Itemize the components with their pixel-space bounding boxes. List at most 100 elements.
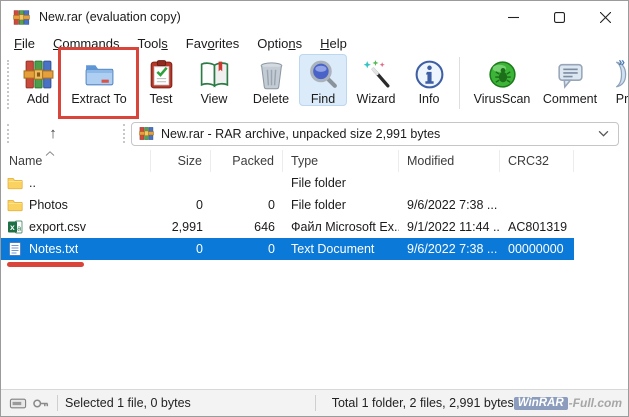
view-icon (198, 58, 231, 91)
wizard-icon (360, 58, 393, 91)
file-name-cell: a x export.csv (1, 219, 151, 235)
delete-icon (255, 58, 288, 91)
column-header-crc32[interactable]: CRC32 (500, 150, 574, 172)
comment-icon (554, 58, 587, 91)
modified-cell: 9/6/2022 7:38 ... (399, 242, 500, 256)
list-item-parent-dir[interactable]: .. File folder (1, 172, 574, 194)
watermark-suffix: -Full.com (569, 396, 622, 410)
crc32-cell: AC801319 (500, 220, 574, 234)
selection-summary: Selected 1 file, 0 bytes (65, 396, 308, 410)
text-file-icon (7, 241, 23, 257)
column-header-packed[interactable]: Packed (211, 150, 283, 172)
packed-cell: 0 (211, 198, 283, 212)
add-archive-icon (22, 58, 55, 91)
menu-help[interactable]: Help (311, 35, 356, 53)
winrar-archive-icon (139, 126, 154, 141)
size-cell: 0 (151, 198, 211, 212)
file-name-cell: Notes.txt (1, 241, 151, 257)
size-cell: 0 (151, 242, 211, 256)
column-header-modified[interactable]: Modified (399, 150, 500, 172)
up-one-level-button[interactable]: ↑ (37, 122, 69, 146)
total-summary: Total 1 folder, 2 files, 2,991 bytes (332, 396, 514, 410)
extract-to-button[interactable]: Extract To (61, 54, 137, 106)
watermark: WinRAR -Full.com (514, 396, 622, 410)
file-name-cell: .. (1, 175, 151, 191)
menu-bar: File Commands Tools Favorites Options He… (1, 33, 628, 54)
type-cell: Text Document (283, 242, 399, 256)
folder-up-icon (7, 175, 23, 191)
svg-text:a: a (17, 226, 21, 233)
type-cell: File folder (283, 176, 399, 190)
archive-path-combobox[interactable]: New.rar - RAR archive, unpacked size 2,9… (131, 122, 619, 146)
csv-file-icon: a x (7, 219, 23, 235)
info-icon (413, 58, 446, 91)
status-bar: Selected 1 file, 0 bytes Total 1 folder,… (1, 389, 628, 416)
close-button[interactable] (582, 1, 628, 33)
menu-tools[interactable]: Tools (128, 35, 176, 53)
toolbar: Add Extract To Test (1, 54, 628, 117)
comment-button[interactable]: Comment (538, 54, 602, 106)
modified-cell: 9/6/2022 7:38 ... (399, 198, 500, 212)
list-item-notes-txt-selected[interactable]: Notes.txt 0 0 Text Document 9/6/2022 7:3… (1, 238, 574, 260)
find-button[interactable]: Find (299, 54, 347, 106)
column-header-type[interactable]: Type (283, 150, 399, 172)
watermark-brand: WinRAR (514, 397, 568, 410)
test-icon (145, 58, 178, 91)
toolbar-gripper[interactable] (7, 60, 9, 109)
column-headers: Name Size Packed Type Modified CRC32 (1, 150, 628, 172)
packed-cell: 646 (211, 220, 283, 234)
address-gripper[interactable] (7, 124, 9, 143)
drive-icon[interactable] (9, 397, 27, 410)
menu-options[interactable]: Options (248, 35, 311, 53)
svg-text:x: x (10, 222, 15, 232)
window-title: New.rar (evaluation copy) (39, 10, 181, 24)
close-icon (600, 12, 611, 23)
list-item-photos[interactable]: Photos 0 0 File folder 9/6/2022 7:38 ... (1, 194, 574, 216)
info-button[interactable]: Info (405, 54, 453, 106)
add-button[interactable]: Add (15, 54, 61, 106)
status-divider (315, 395, 316, 411)
wizard-button[interactable]: Wizard (347, 54, 405, 106)
menu-commands[interactable]: Commands (44, 35, 128, 53)
list-item-export-csv[interactable]: a x export.csv 2,991 646 Файл Microsoft … (1, 216, 574, 238)
winrar-logo-icon (13, 9, 30, 26)
maximize-button[interactable] (536, 1, 582, 33)
menu-favorites[interactable]: Favorites (177, 35, 248, 53)
minimize-icon (508, 12, 519, 23)
file-list: Name Size Packed Type Modified CRC32 .. … (1, 150, 628, 389)
find-icon (307, 58, 340, 91)
size-cell: 2,991 (151, 220, 211, 234)
file-name-cell: Photos (1, 197, 151, 213)
minimize-button[interactable] (490, 1, 536, 33)
notes-txt-red-underline-annotation (7, 262, 84, 267)
address-combo-gripper[interactable] (123, 124, 125, 143)
virus-scan-button[interactable]: VirusScan (466, 54, 538, 106)
test-button[interactable]: Test (137, 54, 185, 106)
up-arrow-icon: ↑ (49, 125, 57, 142)
sort-ascending-icon (45, 151, 55, 156)
extract-to-icon (83, 58, 116, 91)
column-header-size[interactable]: Size (151, 150, 211, 172)
title-bar: New.rar (evaluation copy) (1, 1, 628, 33)
column-header-name[interactable]: Name (1, 150, 151, 172)
key-icon[interactable] (32, 397, 50, 410)
crc32-cell: 00000000 (500, 242, 574, 256)
delete-button[interactable]: Delete (243, 54, 299, 106)
address-bar: ↑ New.rar - RAR archive, unpacked size 2… (1, 117, 628, 150)
toolbar-separator (459, 57, 460, 109)
maximize-icon (554, 12, 565, 23)
view-button[interactable]: View (185, 54, 243, 106)
protect-icon (606, 58, 629, 91)
archive-description: New.rar - RAR archive, unpacked size 2,9… (161, 127, 440, 141)
virus-scan-icon (486, 58, 519, 91)
menu-file[interactable]: File (5, 35, 44, 53)
window-controls (490, 1, 628, 33)
folder-icon (7, 197, 23, 213)
type-cell: File folder (283, 198, 399, 212)
status-divider (57, 395, 58, 411)
type-cell: Файл Microsoft Ex... (283, 220, 399, 234)
chevron-down-icon[interactable] (598, 130, 609, 137)
modified-cell: 9/1/2022 11:44 ... (399, 220, 500, 234)
toolbar-overflow-chevron[interactable]: » (618, 55, 625, 69)
winrar-window: New.rar (evaluation copy) File Commands … (0, 0, 629, 417)
